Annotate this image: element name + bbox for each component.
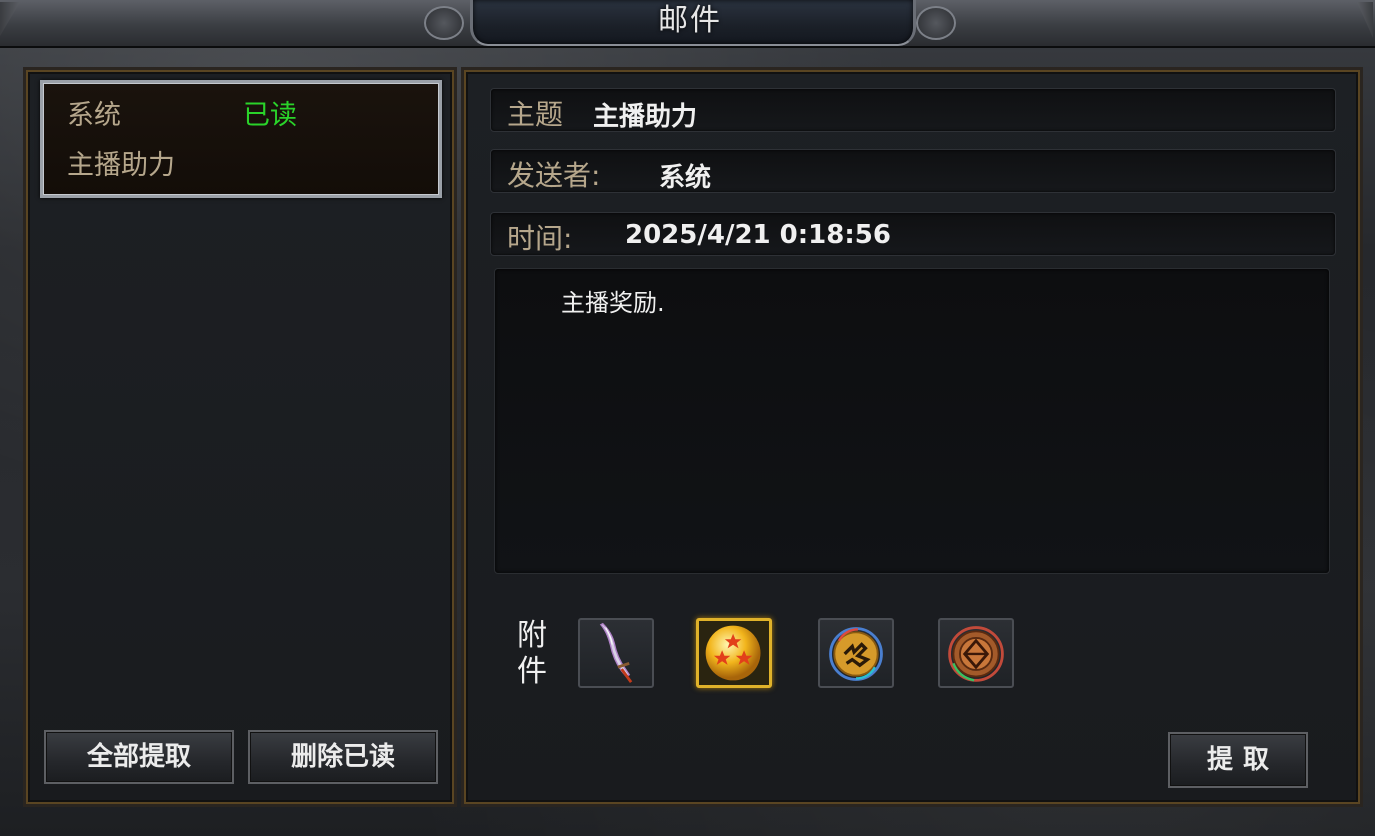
subject-value: 主播助力 <box>593 102 698 132</box>
attachments-label: 附件 <box>517 618 547 689</box>
mail-body[interactable]: 主播奖励. <box>494 268 1330 574</box>
mail-sender: 系统 <box>67 100 121 131</box>
mail-list-item[interactable]: 系统 已读 主播助力 <box>40 80 442 198</box>
attachment-slot-3[interactable] <box>818 618 894 688</box>
attachment-slot-2[interactable] <box>696 618 772 688</box>
mail-read-status: 已读 <box>243 100 297 131</box>
delete-read-button[interactable]: 删除已读 <box>248 730 438 784</box>
time-field: 时间: 2025/4/21 0:18:56 <box>490 212 1336 256</box>
subject-field: 主题 主播助力 <box>490 88 1336 132</box>
attachment-slot-4[interactable] <box>938 618 1014 688</box>
mail-window: 邮件 系统 已读 主播助力 全部提取 删除已读 主题 主播助力 发送者: 系统 … <box>0 0 1375 836</box>
attachment-slot-1[interactable] <box>578 618 654 688</box>
mail-subject: 主播助力 <box>67 150 175 181</box>
claim-button[interactable]: 提取 <box>1168 732 1308 788</box>
mail-body-text: 主播奖励. <box>561 289 665 317</box>
title-ornament-right <box>916 6 956 40</box>
bronze-seal-icon <box>948 626 1004 682</box>
sender-value: 系统 <box>659 163 712 193</box>
rune-medallion-icon <box>829 627 883 681</box>
title-ornament-left <box>424 6 464 40</box>
golden-star-orb-icon <box>705 625 761 681</box>
sword-icon <box>599 622 633 684</box>
subject-label: 主题 <box>507 98 564 131</box>
sender-label: 发送者: <box>507 159 601 192</box>
sender-field: 发送者: 系统 <box>490 149 1336 193</box>
window-title: 邮件 <box>658 3 722 38</box>
time-label: 时间: <box>507 222 573 255</box>
time-value: 2025/4/21 0:18:56 <box>625 220 891 250</box>
claim-all-button[interactable]: 全部提取 <box>44 730 234 784</box>
